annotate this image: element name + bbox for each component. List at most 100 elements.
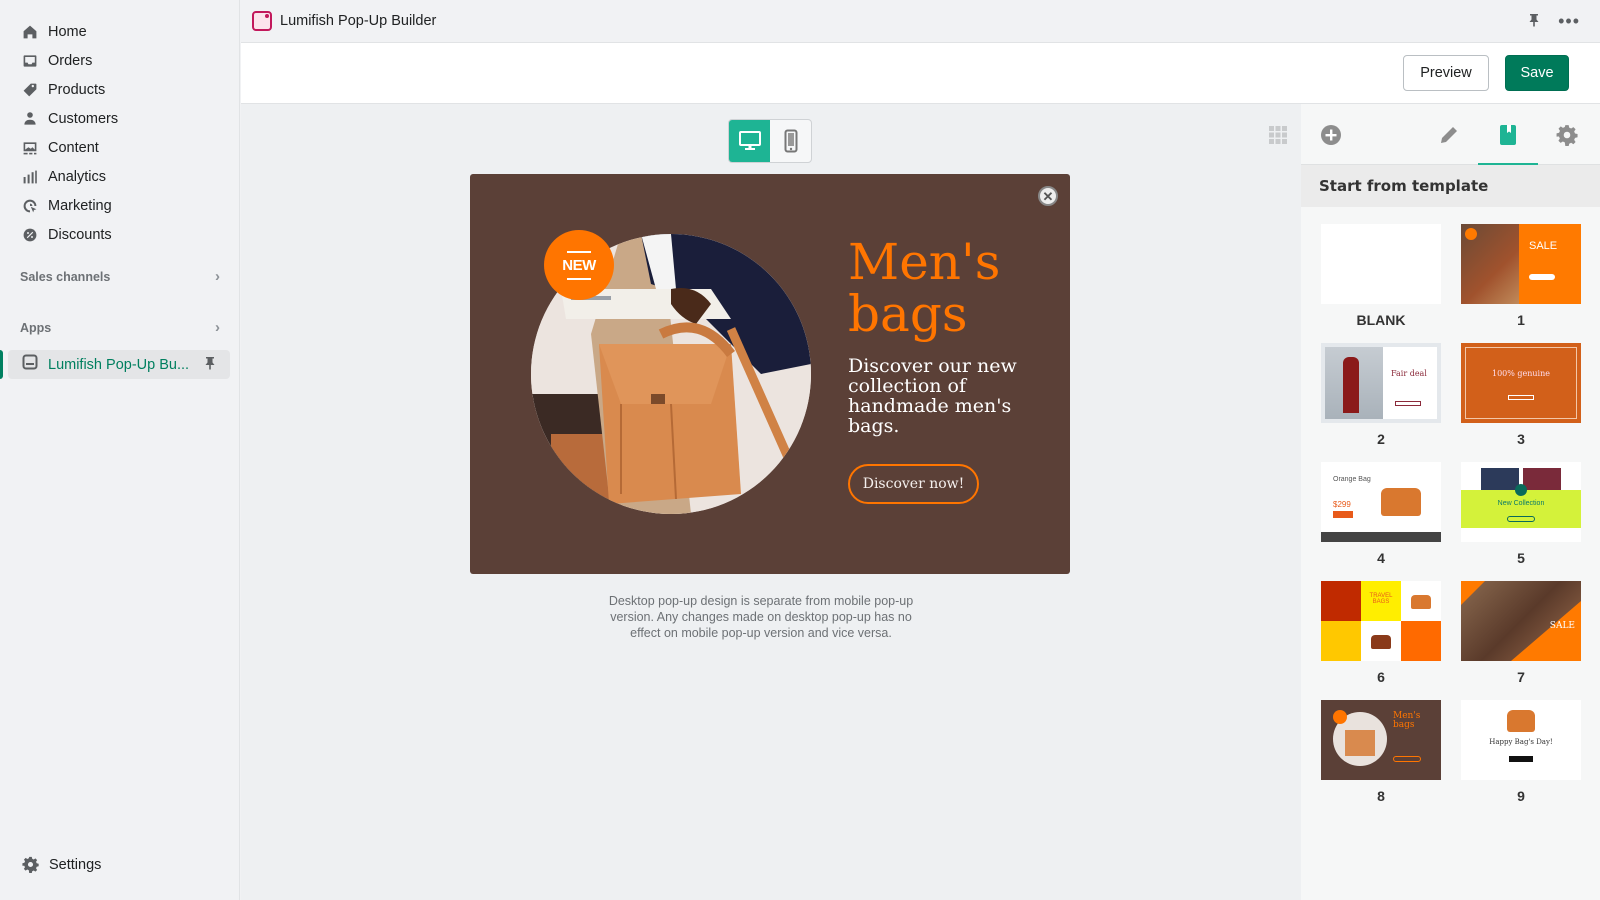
popup-preview[interactable]: ✕ NEW Men's bags Discover our new collec… [470, 174, 1070, 574]
tab-add-element[interactable] [1301, 104, 1361, 165]
inbox-icon [22, 53, 38, 69]
grid-toggle-icon[interactable] [1268, 125, 1288, 145]
template-label: 4 [1377, 550, 1385, 566]
template-3[interactable]: 100% genuine 3 [1461, 343, 1581, 447]
nav-item-analytics[interactable]: Analytics [0, 162, 240, 191]
badge-text: NEW [562, 256, 596, 274]
template-label: 1 [1517, 312, 1525, 328]
template-caption: Fair deal [1391, 369, 1427, 378]
template-thumbnail: Orange Bag $299 [1321, 462, 1441, 542]
template-label: 6 [1377, 669, 1385, 685]
template-label: 2 [1377, 431, 1385, 447]
template-thumbnail: TRAVEL BAGS [1321, 581, 1441, 661]
template-label: 9 [1517, 788, 1525, 804]
nav-item-marketing[interactable]: Marketing [0, 191, 240, 220]
device-note: Desktop pop-up design is separate from m… [608, 594, 914, 640]
target-icon [22, 198, 38, 214]
template-label: 3 [1517, 431, 1525, 447]
nav-label: Orders [48, 52, 93, 69]
device-toggle [728, 119, 812, 163]
monitor-icon [738, 131, 761, 150]
nav-label: Analytics [48, 168, 107, 185]
nav-item-home[interactable]: Home [0, 17, 240, 46]
template-blank[interactable]: BLANK [1321, 224, 1441, 328]
person-icon [22, 111, 38, 127]
nav-item-content[interactable]: Content [0, 133, 240, 162]
nav-label: Content [48, 139, 99, 156]
pin-icon[interactable] [204, 356, 216, 373]
popup-close-icon[interactable]: ✕ [1038, 186, 1058, 206]
template-caption: Happy Bag's Day! [1489, 738, 1553, 746]
popup-cta-button[interactable]: Discover now! [848, 464, 979, 504]
sidebar: Home Orders Products Customers Content A… [0, 0, 240, 900]
sales-channels-header[interactable]: Sales channels › [20, 268, 220, 285]
pin-icon[interactable] [1528, 13, 1540, 31]
template-8[interactable]: Men's bags 8 [1321, 700, 1441, 804]
template-4[interactable]: Orange Bag $299 4 [1321, 462, 1441, 566]
template-2[interactable]: Fair deal 2 [1321, 343, 1441, 447]
badge-line [567, 250, 591, 253]
nav-item-products[interactable]: Products [0, 75, 240, 104]
chevron-right-icon: › [215, 319, 220, 336]
nav-label: Discounts [48, 226, 112, 243]
popup-text[interactable]: Discover our new collection of handmade … [848, 356, 1038, 436]
template-1[interactable]: SALE 1 [1461, 224, 1581, 328]
template-9[interactable]: Happy Bag's Day! 9 [1461, 700, 1581, 804]
template-grid: BLANK SALE 1 Fair deal 2 100% genuine 3 … [1321, 224, 1581, 804]
template-label: BLANK [1356, 312, 1406, 328]
chevron-right-icon: › [215, 268, 220, 285]
nav-item-customers[interactable]: Customers [0, 104, 240, 133]
home-icon [22, 24, 38, 40]
badge-line [567, 277, 591, 280]
popup-title[interactable]: Men's bags [848, 236, 1048, 340]
new-badge[interactable]: NEW [544, 230, 614, 300]
nav-label: Home [48, 23, 87, 40]
template-caption: Men's bags [1393, 711, 1421, 730]
template-thumbnail: Happy Bag's Day! [1461, 700, 1581, 780]
apps-label: Apps [20, 320, 52, 335]
tab-templates[interactable] [1478, 104, 1538, 166]
app-icon [22, 354, 38, 375]
mobile-view-button[interactable] [770, 120, 811, 162]
sidebar-app-lumifish[interactable]: Lumifish Pop-Up Bu... [0, 350, 230, 379]
nav-item-discounts[interactable]: Discounts [0, 220, 240, 249]
template-5[interactable]: New Collection 5 [1461, 462, 1581, 566]
template-caption: SALE [1529, 240, 1558, 252]
app-title: Lumifish Pop-Up Builder [280, 13, 437, 29]
app-label: Lumifish Pop-Up Bu... [48, 356, 190, 373]
template-thumbnail: SALE [1461, 581, 1581, 661]
template-7[interactable]: SALE 7 [1461, 581, 1581, 685]
desktop-view-button[interactable] [729, 120, 770, 162]
template-label: 7 [1517, 669, 1525, 685]
template-thumbnail: SALE [1461, 224, 1581, 304]
discount-icon [22, 227, 38, 243]
template-thumbnail: Fair deal [1321, 343, 1441, 423]
template-6[interactable]: TRAVEL BAGS 6 [1321, 581, 1441, 685]
tab-edit[interactable] [1419, 104, 1479, 165]
template-caption: New Collection [1497, 500, 1545, 507]
more-actions-icon[interactable]: ••• [1558, 11, 1580, 32]
nav-label: Customers [48, 110, 119, 127]
right-panel: Start from template BLANK SALE 1 Fair de… [1301, 104, 1600, 900]
template-label: 8 [1377, 788, 1385, 804]
apps-header[interactable]: Apps › [20, 319, 220, 336]
bar-chart-icon [22, 169, 38, 185]
nav-label: Products [48, 81, 106, 98]
nav-item-orders[interactable]: Orders [0, 46, 240, 75]
template-caption: TRAVEL BAGS [1369, 593, 1393, 605]
preview-button[interactable]: Preview [1403, 55, 1489, 91]
pencil-icon [1441, 126, 1457, 143]
sidebar-item-settings[interactable]: Settings [22, 856, 101, 873]
tab-settings[interactable] [1537, 104, 1597, 165]
panel-heading: Start from template [1301, 165, 1600, 207]
action-bar: Preview Save [241, 43, 1600, 104]
book-icon [1500, 124, 1516, 145]
template-thumbnail: New Collection [1461, 462, 1581, 542]
plus-circle-icon [1321, 124, 1341, 145]
save-button[interactable]: Save [1505, 55, 1569, 91]
panel-tabs [1301, 104, 1600, 166]
active-indicator [0, 350, 3, 379]
editor-canvas: ✕ NEW Men's bags Discover our new collec… [241, 104, 1301, 900]
template-label: 5 [1517, 550, 1525, 566]
settings-label: Settings [49, 856, 102, 873]
